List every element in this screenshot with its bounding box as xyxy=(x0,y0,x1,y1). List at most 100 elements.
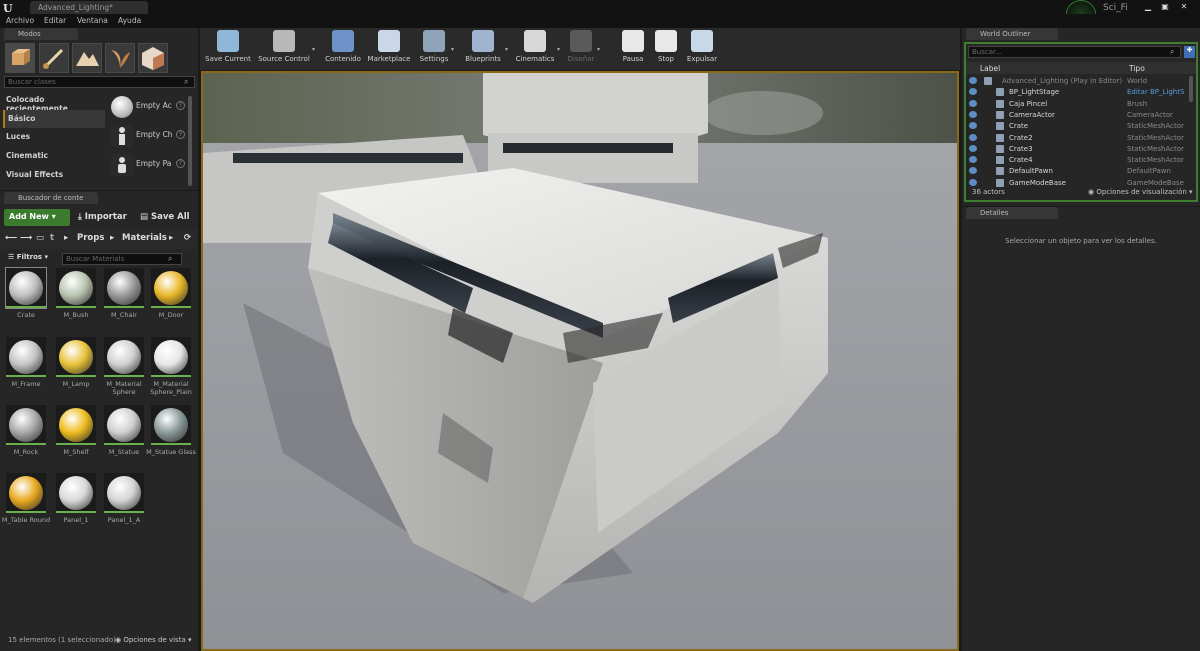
dropdown-caret-icon[interactable]: ▾ xyxy=(557,46,560,53)
back-icon[interactable]: ⟵ xyxy=(5,233,17,243)
category-lights[interactable]: Luces xyxy=(3,128,105,146)
asset-tile[interactable]: M_Material Sphere xyxy=(104,337,146,399)
add-new-button[interactable]: Add New ▾ xyxy=(4,209,70,226)
asset-tile[interactable]: M_Bush xyxy=(56,268,98,330)
asset-tile[interactable]: Panel_1 xyxy=(56,473,98,535)
outliner-row[interactable]: Advanced_Lighting (Play in Editor) World xyxy=(966,76,1188,87)
foliage-mode-icon[interactable] xyxy=(105,43,135,73)
asset-tile[interactable]: M_Shelf xyxy=(56,405,98,467)
maximize-icon[interactable]: ▣ xyxy=(1160,2,1170,11)
asset-tile[interactable]: M_Statue xyxy=(104,405,146,467)
level-viewport[interactable] xyxy=(201,71,959,651)
world-outliner-tab[interactable]: World Outliner xyxy=(966,28,1058,40)
place-mode-icon[interactable] xyxy=(5,43,35,73)
outliner-row[interactable]: Crate4 StaticMeshActor xyxy=(966,155,1188,166)
visibility-eye-icon[interactable] xyxy=(969,77,977,84)
toolbar-button-pause[interactable]: Pausa xyxy=(622,30,644,68)
filters-button[interactable]: ☰ Filtros ▾ xyxy=(8,253,60,265)
visibility-eye-icon[interactable] xyxy=(969,88,977,96)
forward-icon[interactable]: ⟶ xyxy=(20,233,32,243)
visibility-eye-icon[interactable] xyxy=(969,133,977,141)
toolbar-button-eject[interactable]: Expulsar xyxy=(686,30,718,68)
category-recent[interactable]: Colocado recientemente xyxy=(3,91,105,113)
column-type[interactable]: Tipo xyxy=(1129,64,1145,73)
visibility-eye-icon[interactable] xyxy=(969,122,977,130)
details-tab[interactable]: Detalles xyxy=(966,207,1058,219)
save-all-button[interactable]: ▤ Save All xyxy=(140,209,190,226)
outliner-row[interactable]: Crate StaticMeshActor xyxy=(966,121,1188,132)
dropdown-caret-icon[interactable]: ▾ xyxy=(505,46,508,53)
dropdown-caret-icon[interactable]: ▾ xyxy=(597,46,600,53)
outliner-row[interactable]: Crate2 StaticMeshActor xyxy=(966,133,1188,144)
menu-ayuda[interactable]: Ayuda xyxy=(118,16,141,25)
outliner-row[interactable]: CameraActor CameraActor xyxy=(966,110,1188,121)
toolbar-button-cinematics[interactable]: Cinematics xyxy=(514,30,556,68)
outliner-row[interactable]: Crate3 StaticMeshActor xyxy=(966,144,1188,155)
folder-icon[interactable]: ▭ xyxy=(36,233,44,243)
toolbar-button-settings[interactable]: Settings xyxy=(418,30,450,68)
modes-scrollbar[interactable] xyxy=(188,96,192,186)
help-icon[interactable]: ? xyxy=(176,101,185,110)
document-tab[interactable]: Advanced_Lighting* xyxy=(30,1,148,14)
dropdown-caret-icon[interactable]: ▾ xyxy=(312,46,315,53)
paint-mode-icon[interactable] xyxy=(39,43,69,73)
landscape-mode-icon[interactable] xyxy=(72,43,102,73)
menu-ventana[interactable]: Ventana xyxy=(77,16,108,25)
toolbar-button-save[interactable]: Save Current xyxy=(205,30,251,68)
breadcrumb-root[interactable]: t xyxy=(50,233,54,243)
minimize-icon[interactable]: ▁ xyxy=(1143,2,1153,11)
toolbar-button-build[interactable]: Diseñar xyxy=(566,30,596,68)
content-browser-tab[interactable]: Buscador de conte xyxy=(4,192,98,204)
help-icon[interactable]: ? xyxy=(176,159,185,168)
outliner-search-input[interactable]: Buscar... xyxy=(968,46,1181,58)
visibility-eye-icon[interactable] xyxy=(969,156,977,164)
menu-editar[interactable]: Editar xyxy=(44,16,66,25)
asset-tile[interactable]: M_Lamp xyxy=(56,337,98,399)
breadcrumb-materials[interactable]: Materials xyxy=(122,233,167,243)
toolbar-button-blueprints[interactable]: Blueprints xyxy=(462,30,504,68)
view-options-button[interactable]: ◉ Opciones de vista ▾ xyxy=(115,636,191,644)
visibility-eye-icon[interactable] xyxy=(969,110,977,118)
visibility-eye-icon[interactable] xyxy=(969,167,977,175)
outliner-row[interactable]: BP_LightStage Editar BP_LightS xyxy=(966,87,1188,98)
asset-tile[interactable]: M_Chair xyxy=(104,268,146,330)
search-materials-input[interactable]: Buscar Materials xyxy=(62,253,182,265)
help-icon[interactable]: ? xyxy=(176,130,185,139)
asset-tile[interactable]: M_Door xyxy=(151,268,193,330)
toolbar-button-stop[interactable]: Stop xyxy=(655,30,677,68)
category-visual-effects[interactable]: Visual Effects xyxy=(3,166,105,184)
geometry-mode-icon[interactable] xyxy=(138,43,168,73)
asset-tile[interactable]: M_Table Round xyxy=(2,473,50,535)
toolbar-button-source-control[interactable]: Source Control xyxy=(257,30,311,68)
visibility-eye-icon[interactable] xyxy=(969,178,977,186)
asset-tile[interactable]: M_Frame xyxy=(6,337,48,399)
toolbar-button-marketplace[interactable]: Marketplace xyxy=(367,30,411,68)
class-item-empty-pawn[interactable]: Empty Pa ? xyxy=(108,152,192,178)
category-cinematic[interactable]: Cinematic xyxy=(3,147,105,165)
menu-archivo[interactable]: Archivo xyxy=(6,16,34,25)
visibility-eye-icon[interactable] xyxy=(969,99,977,107)
toolbar-button-content[interactable]: Contenido xyxy=(324,30,362,68)
add-filter-icon[interactable]: ✚ xyxy=(1184,46,1195,58)
close-icon[interactable]: ✕ xyxy=(1179,2,1189,11)
asset-tile[interactable]: Crate xyxy=(5,267,48,330)
category-basic[interactable]: Básico xyxy=(3,110,105,128)
unreal-logo-icon[interactable]: U xyxy=(3,2,17,15)
column-label[interactable]: Label xyxy=(980,64,1000,73)
modes-tab[interactable]: Modos xyxy=(4,28,78,40)
import-button[interactable]: ⤓ Importar xyxy=(78,209,127,226)
history-icon[interactable]: ⟳ xyxy=(184,233,191,243)
asset-tile[interactable]: Panel_1_A xyxy=(104,473,146,535)
outliner-row[interactable]: DefaultPawn DefaultPawn xyxy=(966,166,1188,177)
outliner-scrollbar[interactable] xyxy=(1189,76,1193,102)
outliner-row[interactable]: Caja Pincel Brush xyxy=(966,99,1188,110)
breadcrumb-props[interactable]: Props xyxy=(77,233,104,243)
outliner-view-options-button[interactable]: ◉ Opciones de visualización ▾ xyxy=(1088,188,1193,196)
search-classes-input[interactable]: Buscar clases xyxy=(4,76,195,88)
class-item-empty-actor[interactable]: Empty Ac ? xyxy=(108,94,192,120)
visibility-eye-icon[interactable] xyxy=(969,144,977,152)
outliner-actor-type[interactable]: Editar BP_LightS xyxy=(1127,88,1184,96)
class-item-empty-character[interactable]: Empty Ch ? xyxy=(108,123,192,149)
dropdown-caret-icon[interactable]: ▾ xyxy=(451,46,454,53)
asset-tile[interactable]: M_Material Sphere_Plain xyxy=(150,337,193,399)
